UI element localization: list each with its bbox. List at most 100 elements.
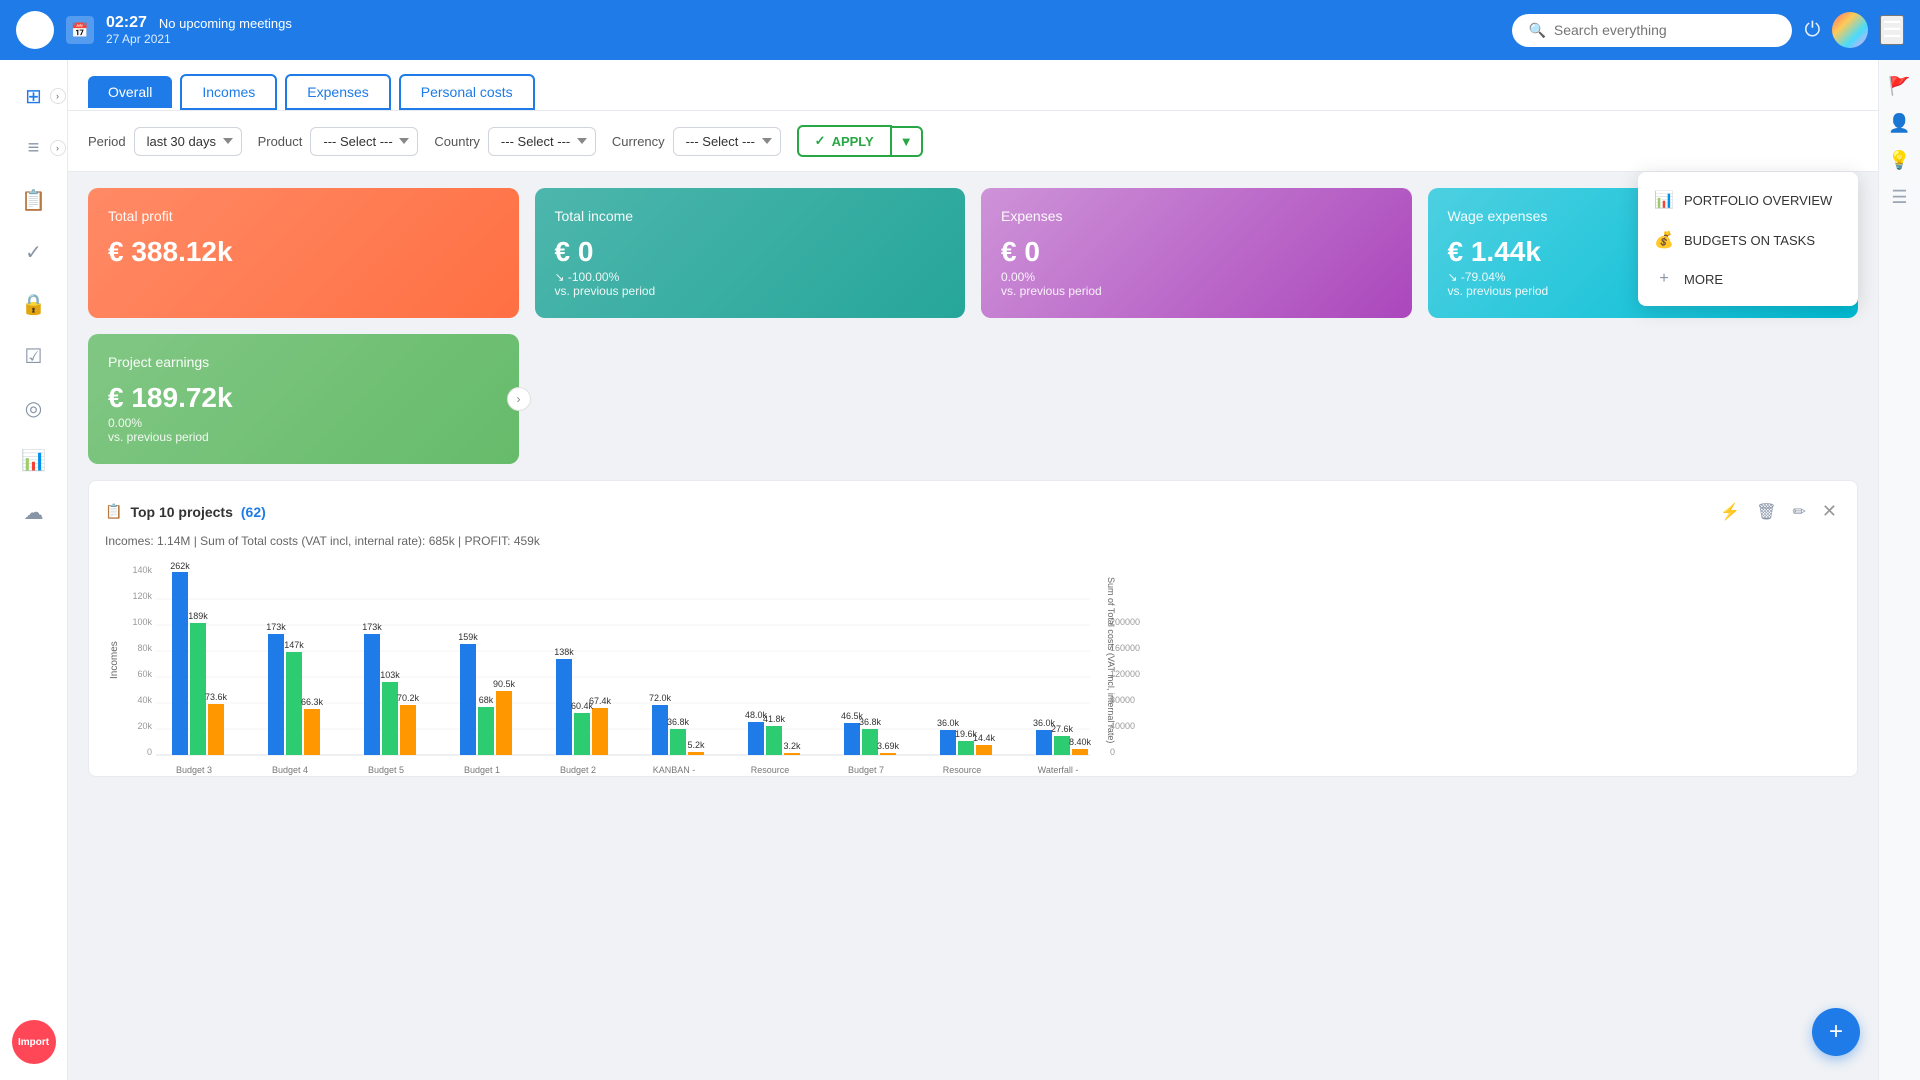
- tasks-icon: ✓: [25, 240, 42, 265]
- chart-close-btn[interactable]: ✕: [1818, 497, 1841, 526]
- sidebar-item-goals[interactable]: ◎: [10, 384, 58, 432]
- sidebar-item-reports[interactable]: 📊: [10, 436, 58, 484]
- sidebar-expand-btn[interactable]: ›: [50, 88, 66, 104]
- bar-b7-green: [862, 729, 878, 755]
- more-label: MORE: [1684, 272, 1723, 287]
- svg-text:138k: 138k: [554, 647, 574, 657]
- hamburger-menu-button[interactable]: ☰: [1880, 15, 1904, 45]
- y-right-label: Sum of Total costs (VAT incl, internal r…: [1100, 560, 1116, 760]
- tab-overall[interactable]: Overall: [88, 76, 172, 108]
- apply-dropdown-button[interactable]: ▼: [892, 126, 923, 157]
- import-label: Import: [18, 1037, 49, 1048]
- portfolio-icon: 📊: [1654, 190, 1674, 210]
- bar-b1-blue: [460, 644, 476, 755]
- apply-btn-group: ✓ APPLY ▼: [797, 125, 923, 157]
- svg-text:90.5k: 90.5k: [493, 679, 516, 689]
- sidebar-item-security[interactable]: 🔒: [10, 280, 58, 328]
- user-search-icon[interactable]: 👤: [1888, 113, 1910, 134]
- lightbulb-icon[interactable]: 💡: [1888, 150, 1910, 171]
- svg-text:72.0k: 72.0k: [649, 693, 672, 703]
- svg-text:3.2k: 3.2k: [783, 741, 801, 751]
- bar-b5-blue: [364, 634, 380, 755]
- search-input[interactable]: [1554, 22, 1777, 38]
- bar-kanban-orange: [688, 752, 704, 755]
- bar-res1-green: [766, 726, 782, 755]
- sidebar-item-verify[interactable]: ☑: [10, 332, 58, 380]
- svg-text:262k: 262k: [170, 561, 190, 571]
- tab-incomes[interactable]: Incomes: [180, 74, 277, 110]
- period-select[interactable]: last 30 days: [134, 127, 242, 156]
- apply-label: APPLY: [832, 134, 874, 149]
- product-select[interactable]: --- Select ---: [310, 127, 418, 156]
- svg-text:41.8k: 41.8k: [763, 714, 786, 724]
- bar-b1-green: [478, 707, 494, 755]
- svg-text:20k: 20k: [137, 721, 152, 731]
- sidebar-item-list[interactable]: ≡ ›: [10, 124, 58, 172]
- checkmark-icon: ✓: [815, 133, 826, 149]
- dashboard-icon: ⊞: [25, 84, 42, 109]
- chevron-down-icon: ▼: [900, 134, 913, 149]
- plus-icon: +: [1829, 1018, 1843, 1046]
- plus-icon: +: [1654, 270, 1674, 288]
- country-select[interactable]: --- Select ---: [488, 127, 596, 156]
- kpi-profit-value: € 388.12k: [108, 236, 499, 268]
- currency-select[interactable]: --- Select ---: [673, 127, 781, 156]
- svg-text:40k: 40k: [137, 695, 152, 705]
- chart-actions: ⚡ 🗑 ✏ ✕: [1716, 497, 1841, 526]
- sidebar-expand-btn-2[interactable]: ›: [50, 140, 66, 156]
- svg-text:Waterfall -: Waterfall -: [1038, 765, 1079, 775]
- chart-wrapper: Incomes 0 20k 40k 60k 80k 100k 120k 140k: [105, 560, 1841, 760]
- svg-text:Resource: Resource: [751, 765, 790, 775]
- import-button[interactable]: Import: [12, 1020, 56, 1064]
- svg-text:36.8k: 36.8k: [667, 717, 690, 727]
- search-bar[interactable]: 🔍: [1512, 14, 1792, 47]
- svg-text:103k: 103k: [380, 670, 400, 680]
- kpi-total-profit: Total profit € 388.12k: [88, 188, 519, 318]
- apply-button[interactable]: ✓ APPLY: [797, 125, 892, 157]
- svg-text:80k: 80k: [137, 643, 152, 653]
- bar-wf-blue: [1036, 730, 1052, 755]
- chart-title-icon: 📋: [105, 503, 122, 520]
- bar-b5-orange: [400, 705, 416, 755]
- svg-text:173k: 173k: [362, 622, 382, 632]
- bar-b4-green: [286, 652, 302, 755]
- chart-filter-btn[interactable]: ⚡: [1716, 497, 1744, 526]
- svg-text:Budget 7: Budget 7: [848, 765, 884, 775]
- svg-text:14.4k: 14.4k: [973, 733, 996, 743]
- kpi-grid-row2: Project earnings € 189.72k 0.00% vs. pre…: [68, 334, 1878, 480]
- app-logo[interactable]: [16, 11, 54, 49]
- chart-title: 📋 Top 10 projects (62): [105, 503, 266, 520]
- chart-edit-btn[interactable]: ✏: [1789, 497, 1810, 526]
- chart-delete-btn[interactable]: 🗑: [1752, 497, 1780, 526]
- flag-icon[interactable]: 🚩: [1888, 76, 1910, 97]
- sidebar-item-dashboard[interactable]: ⊞ ›: [10, 72, 58, 120]
- calendar-icon[interactable]: 📅: [66, 16, 94, 44]
- bar-res2-green: [958, 741, 974, 755]
- svg-text:173k: 173k: [266, 622, 286, 632]
- svg-text:159k: 159k: [458, 632, 478, 642]
- bar-b1-orange: [496, 691, 512, 755]
- bar-kanban-blue: [652, 705, 668, 755]
- list-details-icon[interactable]: ☰: [1891, 187, 1907, 208]
- svg-text:140k: 140k: [132, 565, 152, 575]
- svg-text:KANBAN -: KANBAN -: [653, 765, 696, 775]
- svg-text:36.8k: 36.8k: [859, 717, 882, 727]
- dropdown-budgets[interactable]: 💰 BUDGETS ON TASKS: [1638, 220, 1858, 260]
- bar-b3-blue: [172, 572, 188, 755]
- chart-section: 📋 Top 10 projects (62) ⚡ 🗑 ✏ ✕ Incomes: …: [88, 480, 1858, 777]
- dropdown-more[interactable]: + MORE: [1638, 260, 1858, 298]
- tab-personal-costs[interactable]: Personal costs: [399, 74, 535, 110]
- user-avatar[interactable]: [1832, 12, 1868, 48]
- power-button[interactable]: ⏻: [1804, 19, 1820, 42]
- tab-expenses[interactable]: Expenses: [285, 74, 390, 110]
- next-card-chevron[interactable]: ›: [507, 387, 531, 411]
- bar-b2-orange: [592, 708, 608, 755]
- sidebar-item-cloud[interactable]: ☁: [10, 488, 58, 536]
- budgets-label: BUDGETS ON TASKS: [1684, 233, 1815, 248]
- y-left-label: Incomes: [105, 560, 120, 760]
- topbar-meeting: No upcoming meetings: [159, 16, 292, 31]
- sidebar-item-tasks[interactable]: ✓: [10, 228, 58, 276]
- sidebar-item-docs[interactable]: 📋: [10, 176, 58, 224]
- fab-add-button[interactable]: +: [1812, 1008, 1860, 1056]
- dropdown-portfolio[interactable]: 📊 PORTFOLIO OVERVIEW: [1638, 180, 1858, 220]
